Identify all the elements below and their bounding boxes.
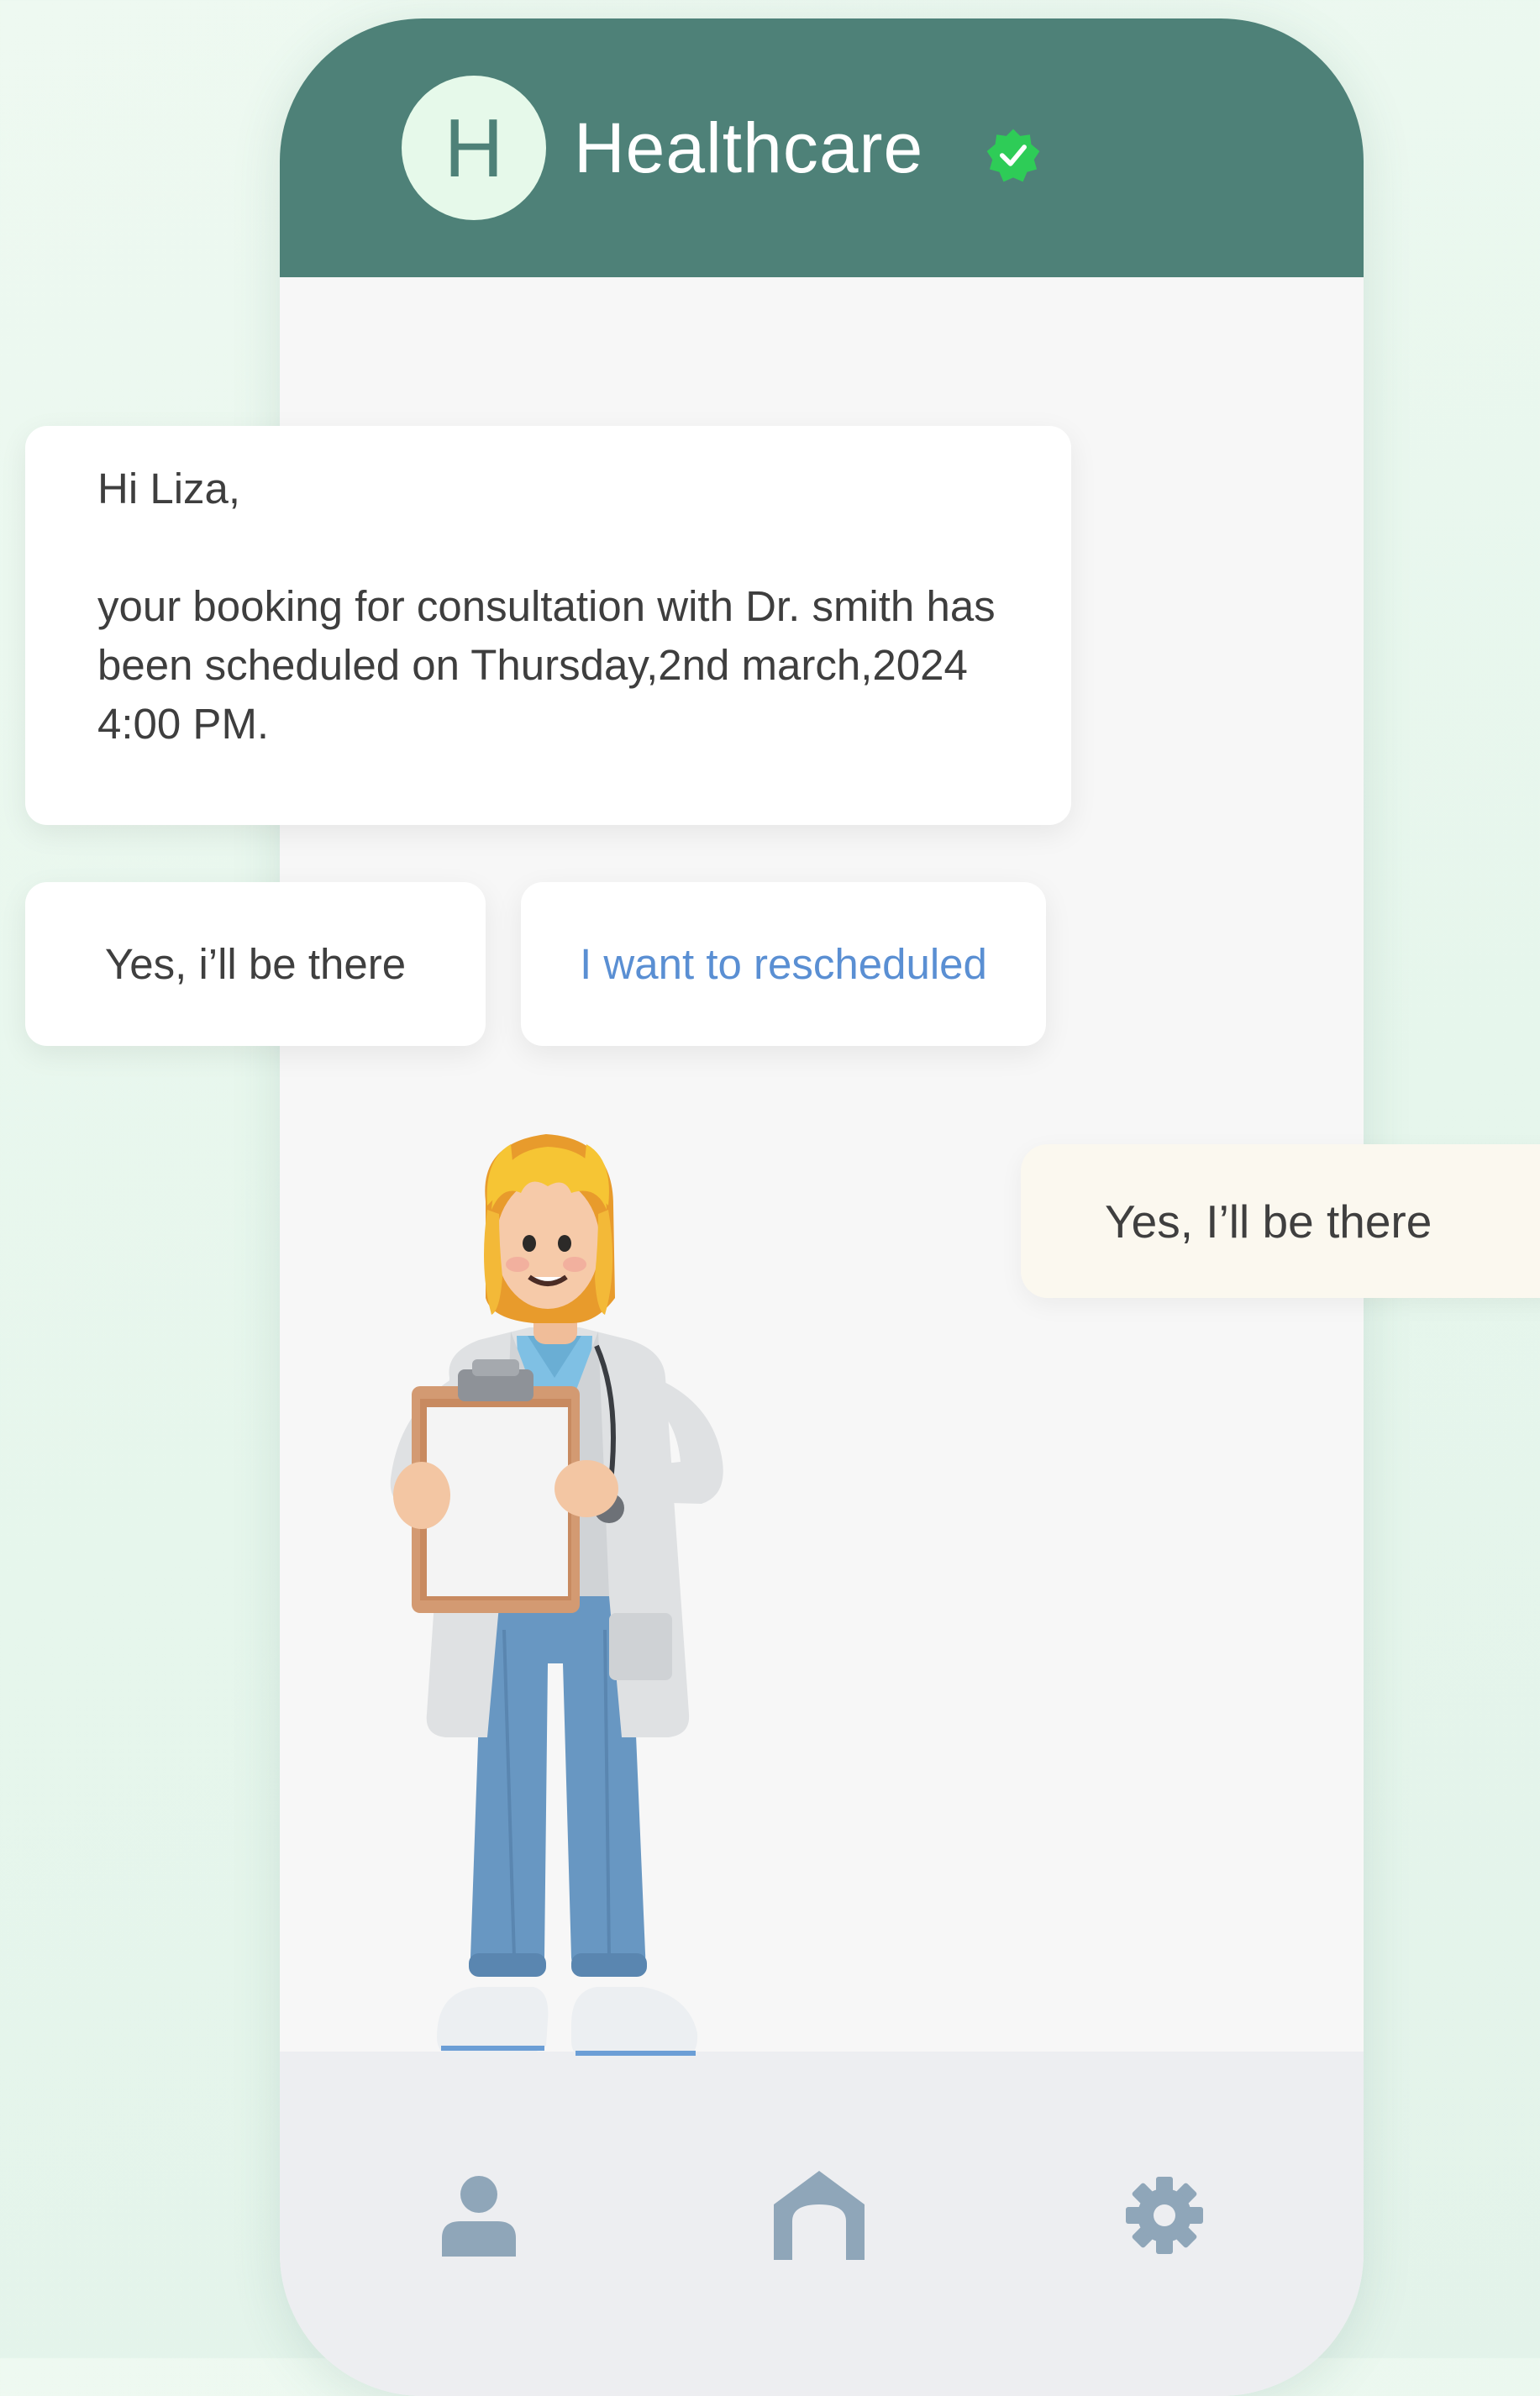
- gear-icon[interactable]: [1122, 2169, 1206, 2262]
- avatar[interactable]: H: [402, 76, 546, 220]
- chat-header: H Healthcare: [280, 18, 1364, 277]
- page-title: Healthcare: [574, 108, 924, 187]
- avatar-letter: H: [444, 102, 504, 194]
- doctor-illustration: [390, 1134, 723, 2060]
- sent-reply-text: Yes, I’ll be there: [1105, 1195, 1432, 1248]
- message-greeting: Hi Liza,: [97, 465, 241, 512]
- quick-reply-yes-button[interactable]: Yes, i’ll be there: [25, 882, 486, 1046]
- quick-reply-reschedule-label: I want to rescheduled: [580, 940, 987, 988]
- quick-reply-yes-label: Yes, i’ll be there: [104, 940, 407, 988]
- sent-reply-bubble: Yes, I’ll be there: [1021, 1144, 1540, 1298]
- home-icon[interactable]: [772, 2169, 866, 2262]
- message-bubble: Hi Liza, your booking for consultation w…: [25, 426, 1071, 825]
- user-icon[interactable]: [437, 2169, 521, 2262]
- verified-check-icon: [986, 129, 1040, 182]
- quick-reply-reschedule-button[interactable]: I want to rescheduled: [521, 882, 1046, 1046]
- message-body: your booking for consultation with Dr. s…: [97, 582, 996, 748]
